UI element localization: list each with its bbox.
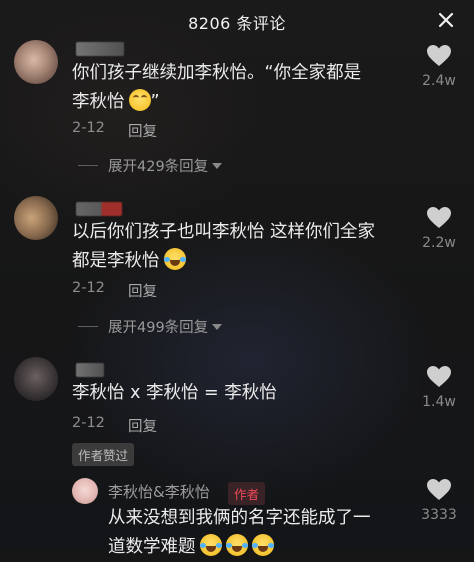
like-count: 3333 <box>421 507 457 523</box>
comment-text-line: 都是李秋怡 <box>72 251 160 271</box>
comment-date: 2-12 <box>72 120 105 136</box>
caret-down-icon <box>212 162 223 169</box>
heart-icon <box>427 366 451 387</box>
close-button[interactable] <box>432 6 460 34</box>
reply-button[interactable]: 回复 <box>128 120 157 141</box>
avatar[interactable] <box>72 478 98 504</box>
expand-replies-label: 展开499条回复 <box>108 320 209 336</box>
reply-author-name[interactable]: 李秋怡&李秋怡 <box>108 481 210 502</box>
like-button[interactable]: 3333 <box>418 478 460 523</box>
divider-line <box>78 165 98 166</box>
laughing-tears-emoji-icon <box>225 534 248 556</box>
comments-header: 8206 条评论 <box>0 0 474 38</box>
author-liked-badge: 作者赞过 <box>72 443 135 466</box>
laughing-tears-emoji-icon <box>251 534 274 556</box>
reply-button[interactable]: 回复 <box>128 280 157 301</box>
reply-text-line: 从来没想到我俩的名字还能成了一 <box>108 508 371 528</box>
comment-item: 以后你们孩子也叫李秋怡 这样你们全家 都是李秋怡 2-12 回复 2.2w 展开… <box>0 192 474 342</box>
close-icon <box>438 12 454 28</box>
author-badge: 作者 <box>228 482 266 505</box>
like-count: 2.4w <box>422 73 456 89</box>
heart-icon <box>427 207 451 228</box>
expand-replies-button[interactable]: 展开429条回复 <box>78 155 223 176</box>
comment-text: 以后你们孩子也叫李秋怡 这样你们全家 都是李秋怡 <box>72 218 375 276</box>
reply-text: 从来没想到我俩的名字还能成了一 道数学难题 <box>108 504 371 562</box>
comment-text: 你们孩子继续加李秋怡。“你全家都是 李秋怡 ” <box>72 59 361 117</box>
comment-date: 2-12 <box>72 280 105 296</box>
like-count: 2.2w <box>422 235 456 251</box>
divider-line <box>78 326 98 327</box>
reply-button[interactable]: 回复 <box>128 415 157 436</box>
crying-face-emoji-icon <box>128 89 151 111</box>
comment-text-line: 以后你们孩子也叫李秋怡 这样你们全家 <box>72 222 376 242</box>
like-button[interactable]: 2.2w <box>418 206 460 251</box>
like-button[interactable]: 2.4w <box>418 44 460 89</box>
comment-text-suffix: ” <box>150 92 160 112</box>
expand-replies-button[interactable]: 展开499条回复 <box>78 316 223 337</box>
avatar[interactable] <box>14 40 58 84</box>
reply-text-line: 道数学难题 <box>108 537 196 557</box>
laughing-tears-emoji-icon <box>163 248 186 270</box>
comment-count-title: 8206 条评论 <box>188 14 286 33</box>
laughing-tears-emoji-icon <box>199 534 222 556</box>
comment-text: 李秋怡 x 李秋怡 = 李秋怡 <box>72 383 277 403</box>
avatar[interactable] <box>14 196 58 240</box>
heart-icon <box>427 479 451 500</box>
username-blurred[interactable] <box>76 202 122 216</box>
comment-text-line: 李秋怡 <box>72 92 125 112</box>
expand-replies-label: 展开429条回复 <box>108 159 209 175</box>
comment-item: 李秋怡 x 李秋怡 = 李秋怡 2-12 回复 作者赞过 1.4w <box>0 355 474 470</box>
comment-date: 2-12 <box>72 415 105 431</box>
comment-text-line: 你们孩子继续加李秋怡。“你全家都是 <box>72 63 362 83</box>
comment-item: 你们孩子继续加李秋怡。“你全家都是 李秋怡 ” 2-12 回复 2.4w 展开42… <box>0 38 474 188</box>
caret-down-icon <box>212 323 223 330</box>
avatar[interactable] <box>14 357 58 401</box>
username-blurred[interactable] <box>76 42 124 56</box>
heart-icon <box>427 45 451 66</box>
reply-item: 李秋怡&李秋怡 作者 从来没想到我俩的名字还能成了一 道数学难题 3333 <box>0 474 474 557</box>
like-count: 1.4w <box>422 394 456 410</box>
username-blurred[interactable] <box>76 363 104 377</box>
like-button[interactable]: 1.4w <box>418 365 460 410</box>
